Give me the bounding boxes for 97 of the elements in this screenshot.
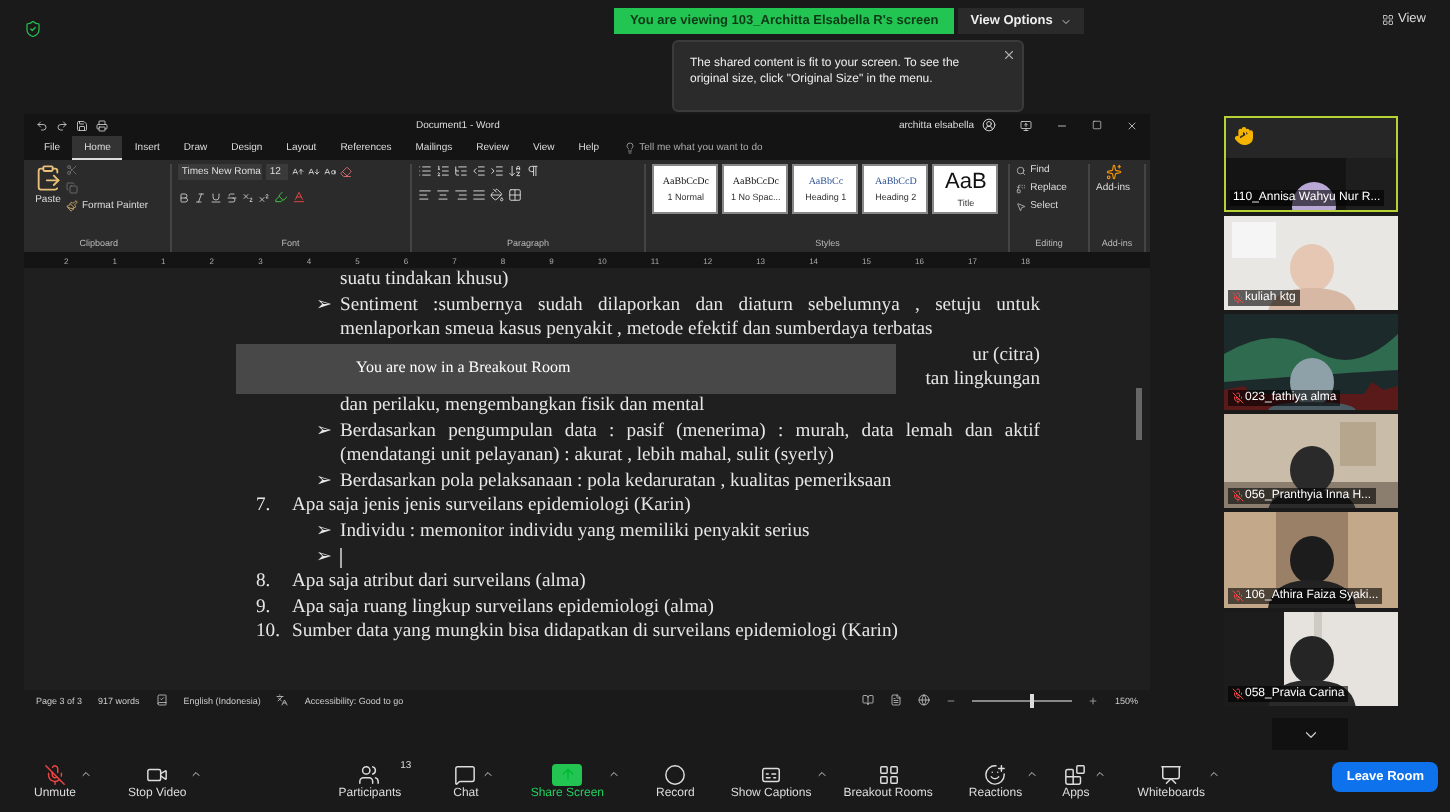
document-text: suatu tindakan khusu)	[340, 268, 511, 294]
zoom-out-icon	[946, 695, 957, 705]
indent-icon	[489, 164, 504, 178]
justify-icon	[471, 188, 486, 202]
grid-icon	[877, 763, 900, 785]
pointer-icon	[1016, 201, 1027, 211]
list-number: 8.	[256, 570, 273, 596]
close-icon[interactable]	[1002, 48, 1016, 62]
list-number: 7.	[256, 494, 273, 520]
scrollbar[interactable]	[1136, 388, 1142, 440]
caret-icon[interactable]	[190, 767, 203, 779]
caret-icon[interactable]	[815, 767, 828, 779]
captions-icon	[760, 763, 783, 785]
multilevel-list-icon	[453, 164, 468, 178]
highlighter-icon	[273, 190, 288, 204]
document-text: ur (citra)	[972, 343, 1040, 369]
sort-icon	[507, 164, 522, 178]
document-text: Apa saja ruang lingkup surveilans epidemiologi (alma)	[292, 595, 717, 621]
document-text: Individu : memonitor individu yang memiliki penyakit serius	[340, 519, 812, 546]
document-text: tan lingkungan	[925, 368, 1040, 394]
shield-icon	[24, 20, 42, 38]
scissors-icon	[66, 164, 78, 176]
mic-off-icon	[44, 763, 66, 785]
web-layout-icon	[918, 694, 931, 706]
caret-icon[interactable]	[482, 767, 495, 779]
redo-icon	[56, 119, 68, 131]
avatar-icon	[982, 118, 996, 132]
arrow-bullet: ➢	[316, 519, 334, 546]
italic-icon	[193, 191, 206, 203]
document-text: dan perilaku, mengembangkan fisik dan mental	[340, 393, 707, 420]
zoom-in-icon	[1088, 695, 1099, 705]
people-icon	[358, 763, 381, 785]
minimize-icon	[1056, 119, 1068, 131]
align-left-icon	[417, 188, 432, 202]
zoom-thumb[interactable]	[1030, 693, 1035, 707]
sparkle-icon	[1105, 164, 1121, 180]
caret-icon[interactable]	[1208, 767, 1221, 779]
maximize-icon	[1092, 120, 1102, 130]
paintbrush-icon	[66, 200, 78, 212]
arrow-bullet: ➢	[316, 469, 334, 495]
borders-icon	[507, 188, 522, 202]
caret-icon[interactable]	[1093, 767, 1106, 779]
clipboard-icon	[34, 164, 62, 192]
pilcrow-icon	[525, 164, 540, 178]
whiteboard-icon	[1160, 763, 1183, 785]
grow-font-icon	[291, 166, 304, 178]
text-cursor	[340, 547, 342, 568]
close-icon	[1126, 119, 1138, 131]
shading-icon	[489, 188, 504, 202]
document-text: Berdasarkan pengumpulan data : pasif (menerima) : murah, data lemah dan aktif (mendatangi unit pelayanan) : akurat , lebih mahal, sulit (syerly)	[340, 419, 1040, 470]
read-mode-icon	[862, 694, 875, 706]
undo-icon	[36, 119, 48, 131]
document-text: Apa saja jenis jenis surveilans epidemiologi (Karin)	[292, 494, 693, 520]
document-text: Apa saja atribut dari surveilans (alma)	[292, 570, 588, 596]
copy-icon	[66, 182, 78, 194]
arrow-bullet: ➢	[316, 293, 334, 320]
arrow-bullet: ➢	[316, 545, 334, 571]
align-right-icon	[453, 188, 468, 202]
align-center-icon	[435, 188, 450, 202]
case-icon	[323, 166, 336, 178]
document-text: Berdasarkan pola pelaksanaan : pola kedaruratan , kualitas pemeriksaan	[340, 469, 894, 495]
proofing-icon	[155, 694, 168, 706]
record-icon	[664, 763, 687, 785]
caret-icon[interactable]	[1026, 767, 1039, 779]
save-icon	[76, 119, 88, 131]
apps-icon	[1064, 763, 1087, 785]
grid-icon	[1382, 13, 1395, 25]
document-text: Sumber data yang mungkin bisa didapatkan di surveilans epidemiologi (Karin)	[292, 620, 900, 646]
smiley-icon	[984, 763, 1007, 785]
font-color-icon	[291, 190, 306, 204]
print-layout-icon	[890, 694, 903, 706]
chat-icon	[454, 763, 477, 785]
outdent-icon	[471, 164, 486, 178]
caret-icon[interactable]	[608, 767, 621, 779]
arrow-bullet: ➢	[316, 419, 334, 446]
share-screen-icon	[552, 763, 583, 785]
ribbon-display-icon	[1020, 119, 1032, 131]
strikethrough-icon	[225, 191, 238, 203]
underline-icon	[209, 191, 222, 203]
list-number: 9.	[256, 595, 273, 621]
search-icon	[1016, 165, 1027, 175]
chevron-down-icon	[1060, 15, 1073, 27]
breakout-text: You are now in a Breakout Room	[356, 356, 571, 381]
subscript-icon	[241, 191, 254, 203]
video-camera-icon	[146, 763, 169, 785]
caret-icon[interactable]	[80, 767, 93, 779]
bullets-icon	[417, 164, 432, 178]
raised-hand-icon	[1233, 126, 1253, 146]
eraser-icon	[339, 166, 352, 178]
list-number: 10.	[256, 620, 282, 646]
printer-icon	[96, 119, 108, 131]
bold-icon	[177, 191, 190, 203]
superscript-icon	[257, 191, 270, 203]
replace-icon	[1016, 183, 1027, 193]
lightbulb-icon	[623, 142, 636, 154]
shrink-font-icon	[307, 166, 320, 178]
numbering-icon	[435, 164, 450, 178]
